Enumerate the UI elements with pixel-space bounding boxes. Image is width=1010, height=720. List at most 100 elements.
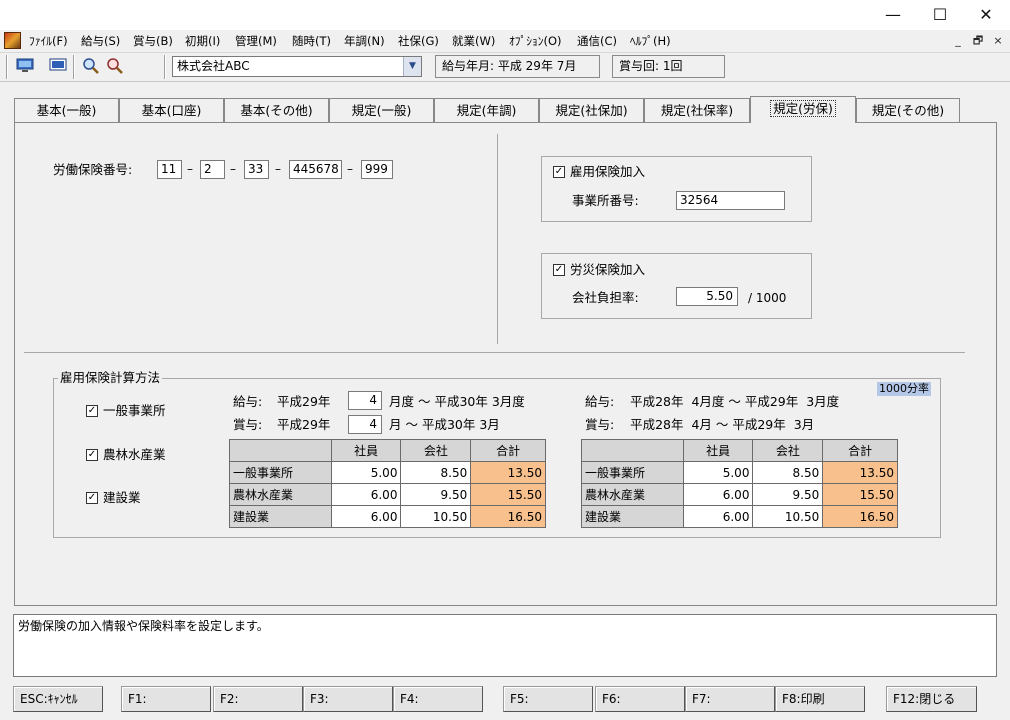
employee-rate-cell[interactable]: 6.00 [330,505,402,528]
dash: – [347,162,353,176]
menu-work[interactable]: 就業(W) [452,33,495,49]
office-number-field[interactable]: 32564 [676,191,785,210]
zoom-in-icon[interactable] [80,57,102,77]
chevron-down-icon[interactable]: ▼ [403,57,421,76]
tab-rules-social-enroll[interactable]: 規定(社保加) [539,98,644,122]
left-salary-month-field[interactable]: 4 [348,391,382,410]
type-general-checkbox[interactable]: ✓ [86,405,98,417]
f5-button[interactable]: F5: [503,686,593,712]
f12-close-button[interactable]: F12:閉じる [886,686,977,712]
labor-no-part4[interactable]: 445678 [289,160,342,179]
right-bonus-line: 賞与: 平成28年 4月 〜 平成29年 3月 [585,417,815,432]
row-label: 建設業 [229,505,332,528]
company-burden-rate-field[interactable]: 5.50 [676,287,738,306]
tab-rules-other[interactable]: 規定(その他) [856,98,960,122]
f2-button[interactable]: F2: [213,686,303,712]
table-header-row: 社員 会社 合計 [229,439,546,462]
row-label: 一般事業所 [229,461,332,484]
menu-initial[interactable]: 初期(I) [185,33,220,49]
type-construction-checkbox[interactable]: ✓ [86,492,98,504]
f3-button[interactable]: F3: [303,686,393,712]
labor-no-part5[interactable]: 999 [361,160,393,179]
horizontal-separator [24,352,965,353]
zoom-out-icon[interactable] [104,57,126,77]
mdi-restore-button[interactable]: 🗗 [970,33,986,48]
menu-file[interactable]: ﾌｧｲﾙ(F) [29,33,68,49]
accident-insurance-checkbox[interactable]: ✓ [553,264,565,276]
tab-basic-general[interactable]: 基本(一般) [14,98,119,122]
total-rate-cell: 15.50 [470,483,546,506]
menu-comm[interactable]: 通信(C) [577,33,617,49]
company-rate-cell[interactable]: 10.50 [400,505,472,528]
tab-rules-labor[interactable]: 規定(労保) [750,96,856,123]
vertical-separator [497,134,498,344]
total-rate-cell: 13.50 [470,461,546,484]
f6-button[interactable]: F6: [595,686,685,712]
tab-label: 基本(その他) [240,103,313,118]
f8-print-button[interactable]: F8:印刷 [775,686,865,712]
tab-label: 規定(社保率) [660,103,734,118]
company-burden-label: 会社負担率: [572,290,639,305]
employee-rate-cell[interactable]: 5.00 [330,461,402,484]
per-mille-badge: 1000分率 [877,382,931,396]
menu-help[interactable]: ﾍﾙﾌﾟ(H) [630,33,671,49]
company-rate-cell[interactable]: 8.50 [400,461,472,484]
menu-yearend[interactable]: 年調(N) [344,33,385,49]
pay-month-display: 給与年月: 平成 29年 7月 [435,55,600,78]
company-select[interactable]: 株式会社ABC ▼ [172,56,422,77]
left-bonus-era: 平成29年 [277,417,331,432]
table-row: 農林水産業 6.00 9.50 15.50 [229,483,546,506]
tab-basic-account[interactable]: 基本(口座) [119,98,224,122]
mdi-close-button[interactable]: × [990,33,1006,48]
minimize-button[interactable]: — [870,0,916,30]
tab-rules-general[interactable]: 規定(一般) [329,98,434,122]
table-header [581,439,684,462]
maximize-button[interactable]: ☐ [917,0,963,30]
bonus-count-display: 賞与回: 1回 [612,55,725,78]
f1-button[interactable]: F1: [121,686,211,712]
toolbar-separator [73,55,75,79]
tab-basic-other[interactable]: 基本(その他) [224,98,329,122]
left-bonus-month-field[interactable]: 4 [348,415,382,434]
menu-social[interactable]: 社保(G) [398,33,439,49]
esc-cancel-button[interactable]: ESC:ｷｬﾝｾﾙ [13,686,103,712]
toolbar-separator [164,55,166,79]
labor-no-part1[interactable]: 11 [157,160,182,179]
labor-no-part3[interactable]: 33 [244,160,269,179]
close-button[interactable]: ✕ [963,0,1009,30]
tab-label: 規定(労保) [770,100,836,117]
type-agri-checkbox[interactable]: ✓ [86,449,98,461]
status-message: 労働保険の加入情報や保険料率を設定します。 [18,619,269,633]
company-rate-cell[interactable]: 9.50 [400,483,472,506]
company-rate-cell: 10.50 [752,505,824,528]
tab-label: 規定(一般) [351,103,412,118]
employment-insurance-checkbox[interactable]: ✓ [553,166,565,178]
dash: – [230,162,236,176]
left-bonus-range: 月 〜 平成30年 3月 [389,417,500,432]
right-rate-table: 社員 会社 合計 一般事業所 5.00 8.50 13.50 農林水産業 6.0… [581,439,898,528]
employee-rate-cell[interactable]: 6.00 [330,483,402,506]
screen-icon[interactable] [47,57,69,77]
accident-insurance-label: 労災保険加入 [570,262,646,277]
app-icon[interactable] [4,32,21,49]
menu-manage[interactable]: 管理(M) [235,33,277,49]
labor-no-part2[interactable]: 2 [200,160,225,179]
office-number-label: 事業所番号: [572,193,639,208]
menu-anytime[interactable]: 随時(T) [292,33,331,49]
mdi-minimize-button[interactable]: _ [950,33,966,48]
menu-option[interactable]: ｵﾌﾟｼｮﾝ(O) [509,33,562,49]
employment-insurance-label: 雇用保険加入 [570,164,646,179]
menu-salary[interactable]: 給与(S) [81,33,120,49]
monitor-icon[interactable] [14,57,36,77]
type-construction-label: 建設業 [103,490,141,505]
row-label: 建設業 [581,505,684,528]
tab-rules-yearend[interactable]: 規定(年調) [434,98,539,122]
type-agri-label: 農林水産業 [103,447,166,462]
toolbar-grip [6,55,8,79]
f7-button[interactable]: F7: [685,686,775,712]
tab-rules-social-rate[interactable]: 規定(社保率) [644,98,750,122]
rate-unit: / 1000 [748,291,787,305]
table-header: 会社 [752,439,824,462]
f4-button[interactable]: F4: [393,686,483,712]
menu-bonus[interactable]: 賞与(B) [133,33,173,49]
